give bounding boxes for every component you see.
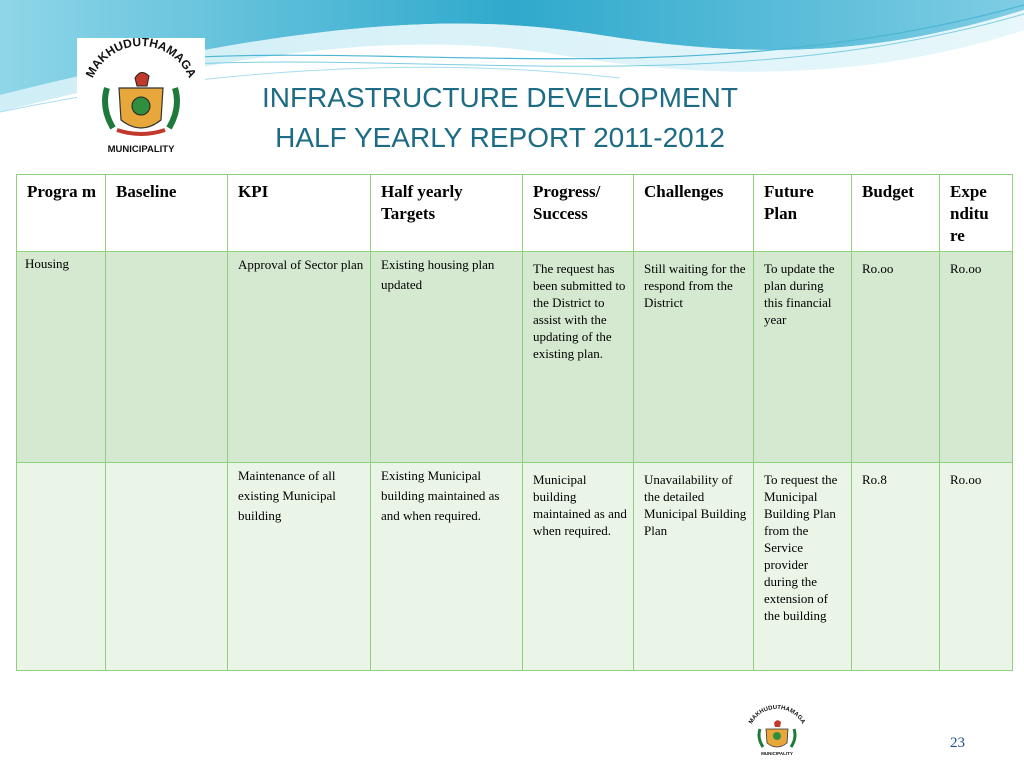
cell-target: Existing housing plan updated <box>381 257 495 292</box>
title-line-1: INFRASTRUCTURE DEVELOPMENT <box>261 82 739 113</box>
header-row: Progra m Baseline KPI Half yearly Target… <box>16 174 1013 252</box>
table-row: Maintenance of all existing Municipal bu… <box>16 462 1013 671</box>
cell-future-plan: To request the Municipal Building Plan f… <box>764 472 838 623</box>
footer-logo-bottom-text: MUNICIPALITY <box>761 751 793 756</box>
page-number: 23 <box>950 735 965 751</box>
header-expenditure: Expe nditu re <box>939 174 1013 252</box>
cell-budget: Ro.oo <box>862 261 894 276</box>
header-program: Progra m <box>16 174 106 252</box>
cell-expenditure: Ro.oo <box>950 261 982 276</box>
cell-program: Housing <box>25 256 70 271</box>
table-row: Housing Approval of Sector plan Existing… <box>16 251 1013 463</box>
cell-program <box>17 463 105 466</box>
cell-progress: The request has been submitted to the Di… <box>533 261 626 361</box>
cell-expenditure: Ro.oo <box>950 472 982 487</box>
cell-kpi: Maintenance of all existing Municipal bu… <box>238 468 336 523</box>
cell-progress: Municipal building maintained as and whe… <box>533 472 627 538</box>
footer-logo: MAKHUDUTHAMAGA MUNICIPALITY <box>748 705 806 756</box>
header-future-plan: Future Plan <box>753 174 852 252</box>
logo-bottom-text: MUNICIPALITY <box>108 144 176 155</box>
cell-target: Existing Municipal building maintained a… <box>381 468 500 523</box>
municipality-logo: MAKHUDUTHAMAGA MUNICIPALITY <box>77 38 205 158</box>
title-line-2: HALF YEARLY REPORT 2011-2012 <box>275 122 725 153</box>
header-budget: Budget <box>851 174 940 252</box>
page-title: INFRASTRUCTURE DEVELOPMENT HALF YEARLY R… <box>200 78 800 158</box>
header-half-yearly-targets: Half yearly Targets <box>370 174 523 252</box>
cell-budget: Ro.8 <box>862 472 887 487</box>
cell-kpi: Approval of Sector plan <box>238 257 364 272</box>
cell-baseline <box>106 252 227 255</box>
header-progress: Progress/ Success <box>522 174 634 252</box>
cell-challenges: Unavailability of the detailed Municipal… <box>644 472 747 538</box>
cell-baseline <box>106 463 227 466</box>
header-challenges: Challenges <box>633 174 754 252</box>
report-table: Progra m Baseline KPI Half yearly Target… <box>16 174 1013 671</box>
header-baseline: Baseline <box>105 174 228 252</box>
cell-future-plan: To update the plan during this financial… <box>764 261 835 327</box>
cell-challenges: Still waiting for the respond from the D… <box>644 261 746 310</box>
header-kpi: KPI <box>227 174 371 252</box>
